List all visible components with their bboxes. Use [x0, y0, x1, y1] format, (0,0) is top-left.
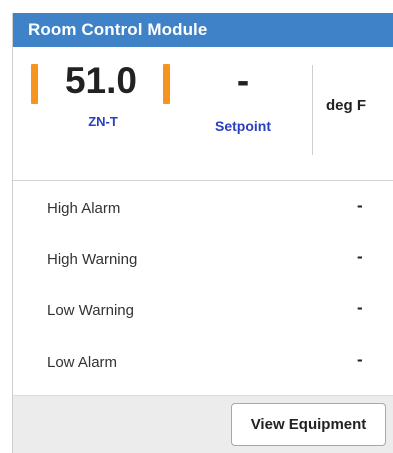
alarm-value: - [357, 247, 363, 266]
zone-temperature-label[interactable]: ZN-T [68, 114, 138, 129]
panel-title: Room Control Module [28, 20, 208, 39]
alarm-value: - [357, 196, 363, 215]
alarm-row-high-warning: High Warning - [13, 247, 393, 301]
alarm-row-high-alarm: High Alarm - [13, 196, 393, 250]
alarm-label: Low Warning [47, 302, 134, 319]
unit-label: deg F [326, 97, 366, 114]
vertical-divider [312, 65, 313, 155]
view-equipment-button[interactable]: View Equipment [231, 403, 386, 446]
alarm-value: - [357, 298, 363, 317]
panel-footer: View Equipment [13, 395, 393, 453]
zone-temperature-value: 51.0 [64, 60, 137, 101]
setpoint-label[interactable]: Setpoint [198, 118, 288, 134]
reading-accent-bar-left [31, 64, 38, 104]
panel-header: Room Control Module [13, 13, 393, 47]
alarm-value: - [357, 350, 363, 369]
setpoint-value: - [236, 60, 250, 101]
reading-accent-bar-right [163, 64, 170, 104]
room-control-module-panel: Room Control Module 51.0 ZN-T - Setpoint… [12, 13, 393, 453]
alarm-row-low-warning: Low Warning - [13, 298, 393, 352]
alarm-label: High Warning [47, 251, 138, 268]
alarm-label: Low Alarm [47, 354, 118, 371]
alarm-label: High Alarm [47, 200, 121, 217]
